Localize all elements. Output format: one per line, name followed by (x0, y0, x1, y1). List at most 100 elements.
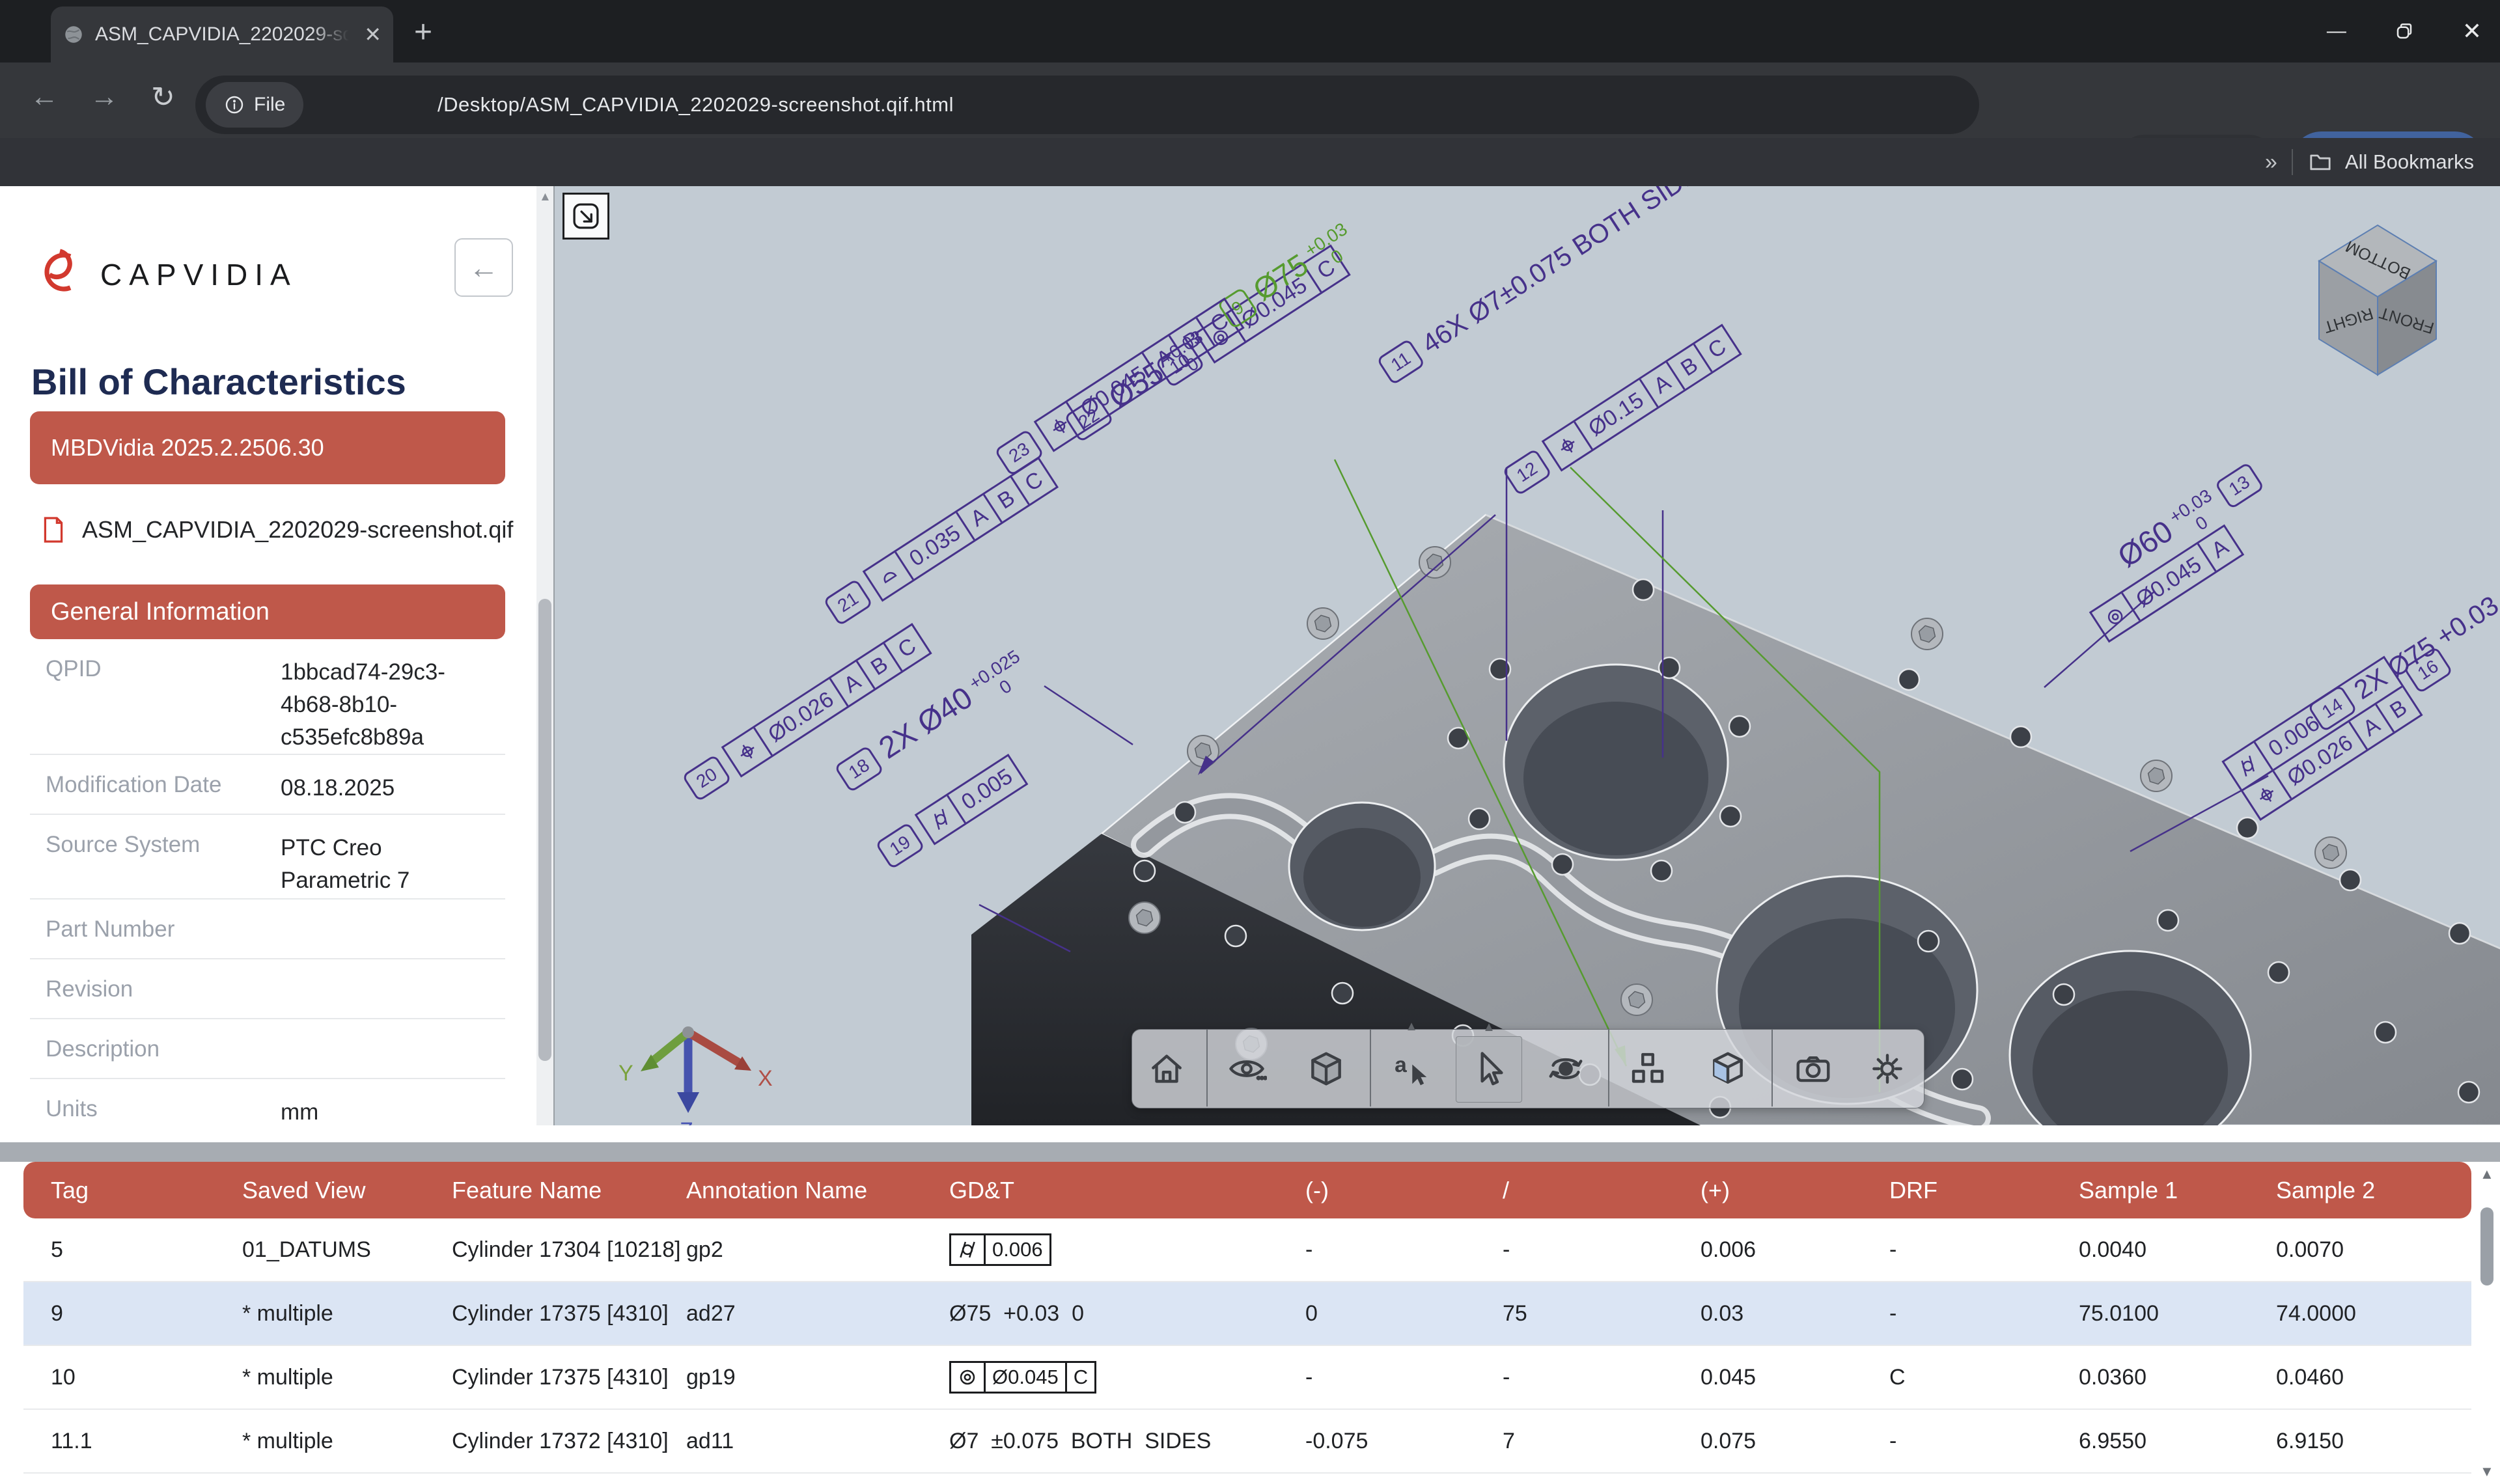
all-bookmarks-button[interactable]: All Bookmarks (2345, 150, 2474, 174)
scrollbar-thumb[interactable] (538, 599, 551, 1061)
close-window-button[interactable]: ✕ (2462, 20, 2482, 43)
cylindricity-symbol-icon (2234, 752, 2261, 779)
general-information-header[interactable]: General Information (30, 584, 505, 639)
gdt-annotation[interactable]: 23Ø0.045ABC (993, 297, 1245, 478)
cell-minus-tol: 0 (1305, 1301, 1503, 1326)
cell-sample-1: 0.0040 (2079, 1237, 2276, 1263)
orbit-rotate-icon (1546, 1049, 1586, 1089)
shaded-box-button[interactable] (1294, 1036, 1359, 1101)
gdt-annotations-layer: 10Ø0.045C9Ø75 +0.03022Ø55 +0.03023Ø0.045… (555, 186, 2500, 1125)
scroll-up-icon[interactable]: ▲ (539, 190, 551, 204)
tab-strip: ASM_CAPVIDIA_2202029-scree ✕ + — ✕ (0, 0, 2500, 62)
feature-control-frame: Ø0.15ABC (1542, 324, 1742, 472)
toolbar-group-divider (1206, 1030, 1208, 1106)
cell-nominal: 7 (1503, 1429, 1701, 1454)
table-row[interactable]: 9* multipleCylinder 17375 [4310]ad27Ø75 … (23, 1282, 2471, 1346)
general-information-table: QPID 1bbcad74-29c3-4b68-8b10-c535efc8b89… (30, 639, 505, 1139)
cell-nominal: - (1503, 1237, 1701, 1263)
cell-gdt: Ø75 +0.03 0 (949, 1301, 1305, 1326)
cell-tag: 10 (51, 1365, 242, 1390)
section-box-button[interactable] (1695, 1036, 1760, 1101)
new-tab-button[interactable]: + (414, 14, 432, 50)
qif-file-name: ASM_CAPVIDIA_2202029-screenshot.qif (82, 516, 513, 543)
cell-sample-2: 6.9150 (2276, 1429, 2471, 1454)
table-horizontal-scrollbar[interactable] (0, 1142, 2500, 1162)
fcf-value: B (993, 485, 1019, 514)
file-scheme-chip[interactable]: File (206, 82, 303, 128)
info-label: Description (30, 1036, 281, 1062)
dropdown-caret-icon[interactable]: ▲ (1405, 1019, 1418, 1034)
version-badge: MBDVidia 2025.2.2506.30 (30, 411, 505, 484)
camera-snapshot-button[interactable] (1781, 1036, 1846, 1101)
expand-view-button[interactable] (562, 193, 609, 240)
svg-text:a: a (1395, 1053, 1407, 1077)
cell-gdt: Ø7 ±0.075 BOTH SIDES (949, 1429, 1305, 1454)
gdt-annotation[interactable]: 12Ø0.15ABC (1501, 324, 1742, 499)
table-scrollbar-thumb[interactable] (2480, 1207, 2493, 1285)
bookmarks-divider (2292, 149, 2293, 175)
select-cursor-button[interactable]: ▲ (1456, 1036, 1522, 1103)
table-row[interactable]: 501_DATUMSCylinder 17304 [10218]gp20.006… (23, 1218, 2471, 1282)
reload-button[interactable]: ↻ (151, 81, 175, 114)
cell-minus-tol: -0.075 (1305, 1429, 1503, 1454)
address-bar[interactable]: File /Desktop/ASM_CAPVIDIA_2202029-scree… (195, 76, 1979, 134)
annotation-tag-balloon[interactable]: 12 (1502, 448, 1552, 497)
cell-plus-tol: 0.03 (1701, 1301, 1889, 1326)
back-button[interactable]: ← (30, 81, 59, 113)
table-scroll-down-icon[interactable]: ▼ (2480, 1463, 2494, 1480)
column-header: Feature Name (452, 1177, 686, 1204)
cell-tag: 5 (51, 1237, 242, 1263)
info-value: 1bbcad74-29c3-4b68-8b10-c535efc8b89a (281, 656, 489, 754)
annotation-tag-balloon[interactable]: 20 (682, 754, 732, 803)
gdt-annotation[interactable]: 1146X Ø7±0.075 BOTH SIDES (1376, 186, 1719, 385)
table-scroll-up-icon[interactable]: ▲ (2480, 1166, 2494, 1183)
annotation-tag-balloon[interactable]: 11 (1376, 338, 1426, 385)
home-button[interactable] (1134, 1036, 1199, 1101)
gdt-annotation[interactable]: 210.035ABC (822, 457, 1059, 629)
tab-close-icon[interactable]: ✕ (364, 24, 382, 45)
table-row[interactable]: 11.1* multipleCylinder 17372 [4310]ad11Ø… (23, 1410, 2471, 1474)
characteristics-table: 501_DATUMSCylinder 17304 [10218]gp20.006… (0, 1218, 2474, 1484)
browser-tab[interactable]: ASM_CAPVIDIA_2202029-scree ✕ (51, 7, 393, 62)
select-cursor-icon (1469, 1049, 1509, 1090)
annotation-tag-balloon[interactable]: 21 (823, 579, 873, 627)
info-label: Part Number (30, 916, 281, 942)
info-value: PTC Creo Parametric 7 (281, 832, 489, 897)
cell-annotation-name: gp2 (686, 1237, 949, 1263)
dropdown-caret-icon[interactable]: ▲ (1482, 1020, 1495, 1035)
minimize-button[interactable]: — (2327, 21, 2346, 41)
qif-file-item[interactable]: ASM_CAPVIDIA_2202029-screenshot.qif (42, 515, 513, 544)
table-vertical-scrollbar[interactable]: ▲ ▼ (2474, 1162, 2500, 1484)
table-row[interactable]: 10* multipleCylinder 17375 [4310]gp19Ø0.… (23, 1346, 2471, 1410)
browser-window: ASM_CAPVIDIA_2202029-scree ✕ + — ✕ ← → ↻… (0, 0, 2500, 1484)
gdt-annotation[interactable]: 20Ø0.026ABC (680, 623, 932, 804)
3d-viewer[interactable]: BOTTOM RIGHT FRONT Y X Z (553, 186, 2500, 1125)
home-icon (1146, 1049, 1187, 1089)
fcf-value: 0.005 (957, 763, 1018, 815)
gdt-text: Ø75 +0.03 0 (949, 1301, 1084, 1326)
cell-tag: 11.1 (51, 1429, 242, 1454)
gdt-annotation[interactable]: 0.006Ø0.026AB16 (2221, 629, 2464, 821)
gdt-annotation[interactable]: 19 0.005 (874, 754, 1029, 872)
collapse-sidebar-button[interactable]: ← (454, 238, 513, 297)
info-label: QPID (30, 656, 281, 682)
select-annotation-button[interactable]: ▲a (1379, 1036, 1444, 1101)
view-options-eye-button[interactable] (1214, 1036, 1279, 1101)
forward-button[interactable]: → (90, 81, 118, 113)
column-header: Annotation Name (686, 1177, 949, 1204)
bookmarks-overflow-button[interactable]: » (2265, 150, 2277, 175)
sidebar-scrollbar[interactable]: ▲ ▼ (536, 186, 553, 1142)
cell-saved-view: * multiple (242, 1301, 452, 1326)
annotation-tag-balloon[interactable]: 13 (2214, 462, 2264, 510)
settings-gear-button[interactable] (1855, 1036, 1920, 1101)
annotation-tag-balloon[interactable]: 18 (834, 745, 884, 793)
position-symbol-icon (734, 738, 760, 765)
restore-button[interactable] (2395, 21, 2414, 41)
explode-parts-button[interactable] (1615, 1036, 1680, 1101)
cell-annotation-name: ad27 (686, 1301, 949, 1326)
annotation-tag-balloon[interactable]: 19 (875, 822, 925, 870)
fcf-value: C (1206, 308, 1233, 338)
fcf-value: 0.035 (905, 520, 965, 571)
orbit-rotate-button[interactable] (1533, 1036, 1598, 1101)
url-text[interactable]: /Desktop/ASM_CAPVIDIA_2202029-screenshot… (438, 93, 954, 117)
